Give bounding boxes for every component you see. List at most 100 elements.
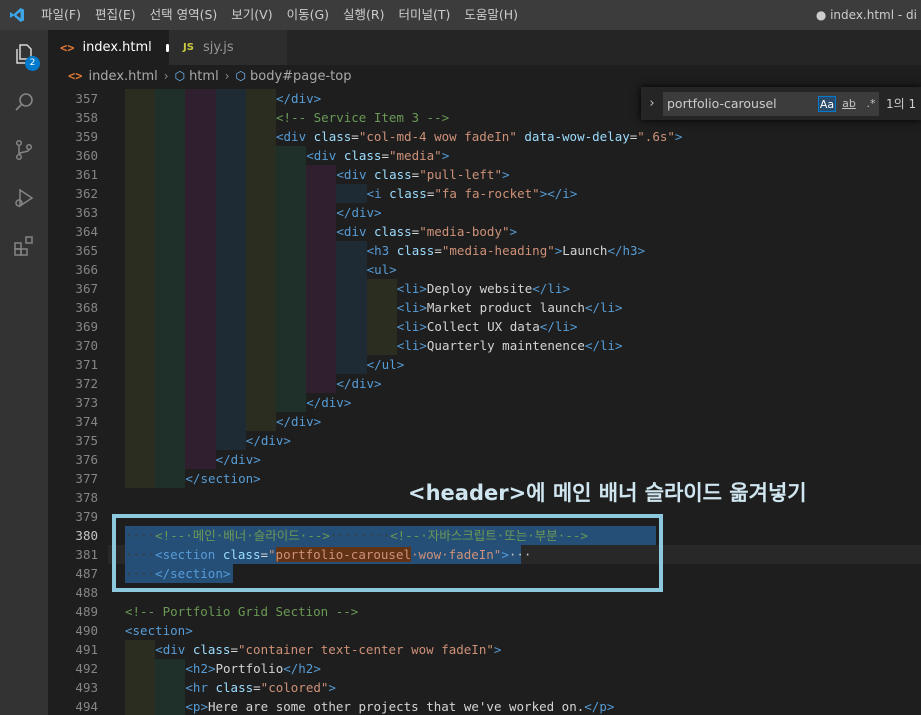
- code-line[interactable]: <li>Deploy website</li>: [397, 279, 570, 298]
- code-line[interactable]: </div>: [336, 374, 381, 393]
- code-line[interactable]: <!-- Portfolio Grid Section -->: [125, 602, 358, 621]
- code-line[interactable]: <i class="fa fa-rocket"></i>: [367, 184, 578, 203]
- indent-guide: [185, 374, 216, 393]
- menu-file[interactable]: 파일(F): [34, 0, 88, 30]
- source-control-icon[interactable]: [0, 126, 48, 174]
- indent-guide: [366, 298, 397, 317]
- code-token: data-wow-delay: [524, 129, 630, 144]
- indent-guide: [306, 222, 337, 241]
- menu-edit[interactable]: 편집(E): [88, 0, 143, 30]
- chevron-right-icon: ›: [224, 69, 230, 83]
- indent-guide: [276, 279, 307, 298]
- indent-guide: [276, 317, 307, 336]
- line-number: 361: [75, 167, 98, 182]
- code-line[interactable]: </section>: [185, 469, 260, 488]
- search-icon[interactable]: [0, 78, 48, 126]
- window-title: ● index.html - di: [815, 8, 917, 22]
- tab-label: sjy.js: [202, 40, 234, 55]
- code-token: </h2>: [283, 661, 321, 676]
- code-token: =: [351, 129, 359, 144]
- code-line[interactable]: <hr class="colored">: [185, 678, 336, 697]
- code-token: "container text-center wow fadeIn": [238, 642, 494, 657]
- code-line[interactable]: <h2>Portfolio</h2>: [185, 659, 320, 678]
- code-token: Launch: [562, 243, 608, 258]
- indent-guide: [306, 184, 337, 203]
- code-token: "pull-left": [419, 167, 502, 182]
- code-token: <h2>: [185, 661, 216, 676]
- indent-guide: [185, 89, 216, 108]
- menu-view[interactable]: 보기(V): [224, 0, 279, 30]
- indent-guide: [155, 431, 186, 450]
- use-regex-toggle[interactable]: .*: [862, 96, 880, 112]
- code-line[interactable]: <div class="col-md-4 wow fadeIn" data-wo…: [276, 127, 682, 146]
- indent-guide: [125, 697, 156, 715]
- indent-guide: [276, 336, 307, 355]
- code-token: ></i>: [539, 186, 578, 201]
- html-file-icon: <>: [68, 69, 83, 83]
- menu-go[interactable]: 이동(G): [280, 0, 336, 30]
- run-debug-icon[interactable]: [0, 174, 48, 222]
- code-line[interactable]: </div>: [336, 203, 381, 222]
- match-case-toggle[interactable]: Aa: [818, 95, 836, 112]
- breadcrumb-html[interactable]: html: [189, 69, 219, 84]
- code-line[interactable]: <section>: [125, 621, 193, 640]
- code-line[interactable]: <div class="pull-left">: [336, 165, 509, 184]
- code-line[interactable]: <li>Collect UX data</li>: [397, 317, 578, 336]
- indent-guide: [276, 374, 307, 393]
- line-number: 491: [75, 642, 98, 657]
- line-number: 359: [75, 129, 98, 144]
- vscode-logo-icon: [0, 0, 34, 30]
- indent-guide: [245, 146, 276, 165]
- indent-guide: [306, 317, 337, 336]
- code-line[interactable]: </div>: [216, 450, 261, 469]
- code-line[interactable]: </ul>: [367, 355, 405, 374]
- code-line[interactable]: <ul>: [367, 260, 397, 279]
- tab-index-html[interactable]: <> index.html: [48, 30, 169, 65]
- extensions-icon[interactable]: [0, 222, 48, 270]
- explorer-icon[interactable]: 2: [0, 30, 48, 78]
- code-line[interactable]: <p>Here are some other projects that we'…: [185, 697, 614, 715]
- code-line[interactable]: <li>Quarterly maintenence</li>: [397, 336, 623, 355]
- menu-run[interactable]: 실행(R): [336, 0, 391, 30]
- code-line[interactable]: <div class="container text-center wow fa…: [155, 640, 501, 659]
- find-input[interactable]: portfolio-carousel Aa ab .*: [663, 91, 880, 116]
- menu-terminal[interactable]: 터미널(T): [392, 0, 458, 30]
- line-number: 367: [75, 281, 98, 296]
- breadcrumb-file[interactable]: index.html: [88, 69, 157, 84]
- code-line[interactable]: <div class="media-body">: [336, 222, 517, 241]
- code-line[interactable]: <div class="media">: [306, 146, 449, 165]
- code-line[interactable]: </div>: [246, 431, 291, 450]
- line-number: 374: [75, 414, 98, 429]
- code-token: </h3>: [607, 243, 646, 258]
- indent-guide: [125, 469, 156, 488]
- line-number: 373: [75, 395, 98, 410]
- indent-guide: [215, 241, 246, 260]
- code-line[interactable]: <li>Market product launch</li>: [397, 298, 623, 317]
- code-line[interactable]: <h3 class="media-heading">Launch</h3>: [367, 241, 646, 260]
- indent-guide: [215, 298, 246, 317]
- code-token: Portfolio: [215, 661, 284, 676]
- indent-guide: [125, 659, 156, 678]
- code-token: "fa fa-rocket": [434, 186, 540, 201]
- code-token: =: [230, 642, 238, 657]
- code-line[interactable]: </div>: [276, 412, 321, 431]
- tab-sjy-js[interactable]: JS sjy.js: [169, 30, 287, 65]
- indent-guide: [245, 374, 276, 393]
- element-icon: ⬡: [174, 69, 186, 83]
- line-number: 381: [75, 547, 98, 562]
- code-line[interactable]: </div>: [276, 89, 321, 108]
- menu-selection[interactable]: 선택 영역(S): [143, 0, 225, 30]
- line-number: 488: [75, 585, 98, 600]
- breadcrumb: <> index.html › ⬡ html › ⬡ body#page-top: [48, 65, 921, 87]
- toggle-replace-icon[interactable]: ›: [641, 96, 663, 111]
- code-line[interactable]: </div>: [306, 393, 351, 412]
- code-token: =: [434, 243, 442, 258]
- code-line[interactable]: <!-- Service Item 3 -->: [276, 108, 449, 127]
- code-editor[interactable]: 357 </div> 358 <!-- Service Item 3 --> 359 <d…: [48, 87, 921, 715]
- indent-guide: [336, 241, 367, 260]
- match-whole-word-toggle[interactable]: ab: [840, 96, 858, 112]
- menu-help[interactable]: 도움말(H): [457, 0, 525, 30]
- indent-guide: [276, 298, 307, 317]
- breadcrumb-body[interactable]: body#page-top: [250, 69, 352, 84]
- indent-guide: [215, 374, 246, 393]
